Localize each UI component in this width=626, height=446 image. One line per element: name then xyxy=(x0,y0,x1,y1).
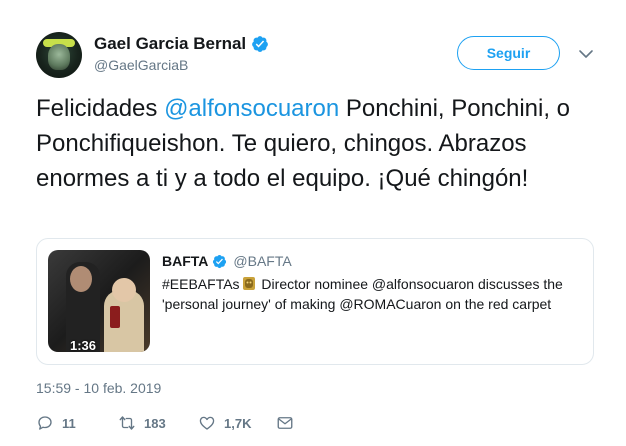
tweet-timestamp[interactable]: 15:59 - 10 feb. 2019 xyxy=(36,380,161,396)
like-button[interactable]: 1,7K xyxy=(198,414,251,432)
thumbnail-interviewer-head xyxy=(112,278,136,302)
follow-button[interactable]: Seguir xyxy=(457,36,560,70)
verified-icon xyxy=(252,36,269,52)
message-icon xyxy=(277,417,293,429)
quoted-handle[interactable]: @BAFTA xyxy=(233,253,291,269)
video-thumbnail[interactable]: 1:36 xyxy=(48,250,150,352)
tweet-text: Felicidades @alfonsocuaron Ponchini, Pon… xyxy=(36,91,596,196)
mention-link[interactable]: @alfonsocuaron xyxy=(164,95,339,122)
retweet-count: 183 xyxy=(144,415,166,431)
author-handle[interactable]: @GaelGarciaB xyxy=(94,57,188,73)
author-name-row[interactable]: Gael Garcia Bernal xyxy=(94,34,269,54)
avatar-face xyxy=(48,44,70,70)
video-duration: 1:36 xyxy=(70,338,97,352)
retweet-button[interactable]: 183 xyxy=(118,414,166,432)
reply-icon xyxy=(38,416,52,430)
chevron-down-icon[interactable] xyxy=(576,44,596,64)
thumbnail-person-head xyxy=(70,266,92,292)
message-button[interactable] xyxy=(276,414,302,432)
reply-button[interactable]: 11 xyxy=(36,414,76,432)
tweet-header: Gael Garcia Bernal @GaelGarciaB Seguir xyxy=(0,0,626,90)
verified-icon xyxy=(213,254,227,268)
quoted-text: #EEBAFTAs Director nominee @alfonsocuaro… xyxy=(162,274,582,314)
like-icon xyxy=(199,416,215,430)
author-name[interactable]: Gael Garcia Bernal xyxy=(94,34,246,54)
quoted-hashtag: #EEBAFTAs xyxy=(162,276,240,292)
quoted-tweet[interactable]: 1:36 BAFTA @BAFTA #EEBAFTAs Director nom… xyxy=(36,238,594,365)
quoted-header: BAFTA @BAFTA xyxy=(162,253,292,269)
reply-count: 11 xyxy=(62,415,76,431)
retweet-icon xyxy=(119,416,135,430)
avatar[interactable] xyxy=(36,32,82,78)
quoted-name[interactable]: BAFTA xyxy=(162,253,208,269)
thumbnail-microphone xyxy=(110,306,120,328)
like-count: 1,7K xyxy=(224,415,252,431)
bafta-mask-icon xyxy=(242,277,255,290)
tweet-text-prefix: Felicidades xyxy=(36,95,165,122)
